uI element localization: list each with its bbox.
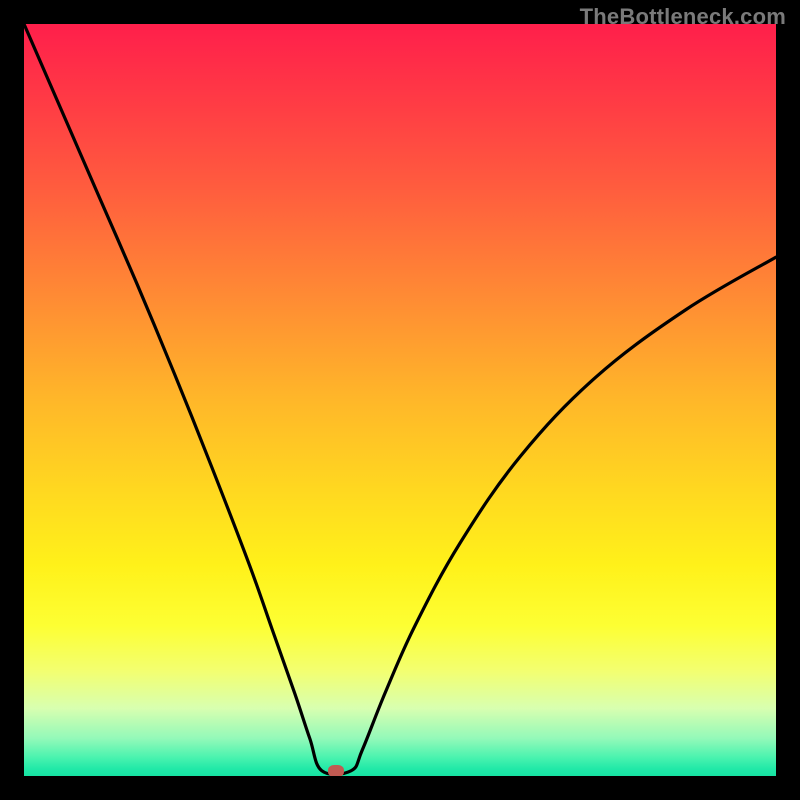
bottleneck-curve — [24, 24, 776, 776]
plot-area — [24, 24, 776, 776]
watermark-text: TheBottleneck.com — [580, 4, 786, 30]
chart-container: TheBottleneck.com — [0, 0, 800, 800]
current-point-marker — [328, 765, 344, 776]
